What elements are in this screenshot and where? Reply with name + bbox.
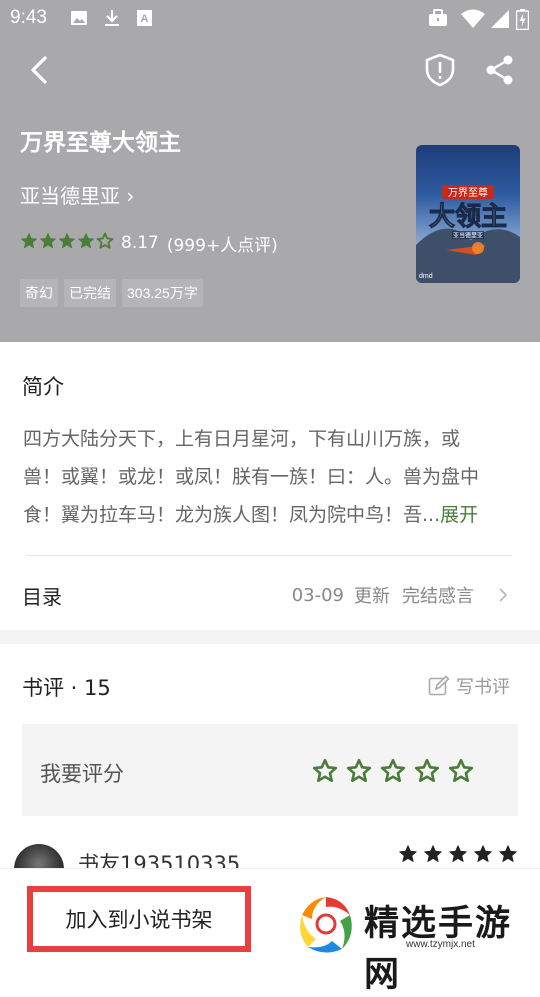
cover-banner: 万界至尊	[448, 186, 488, 199]
intro-heading: 简介	[22, 375, 64, 399]
toc-latest-chapter: 完结感言	[402, 586, 474, 607]
book-header: 9:43 A 万界至尊大领主 亚当德里亚 › 8.17 (999+人点评) 奇幻…	[0, 0, 540, 342]
tag-status: 已完结	[64, 279, 116, 307]
book-title: 万界至尊大领主	[20, 130, 181, 156]
write-review-label: 写书评	[456, 677, 510, 698]
intro-line-last: 食！翼为拉车马！龙为族人图！凤为院中鸟！吾...展开	[23, 496, 513, 534]
rating-stars	[20, 232, 115, 255]
star-outline-icon	[448, 758, 474, 783]
intro-line: 四方大陆分天下，上有日月星河，下有山川万族，或	[23, 428, 461, 450]
author-link[interactable]: 亚当德里亚 ›	[20, 180, 134, 209]
cover-title-art: 大领主	[429, 201, 507, 232]
star-filled-icon	[78, 232, 94, 248]
expand-link[interactable]: 展开	[440, 504, 478, 526]
toc-date: 03-09	[291, 584, 344, 606]
avatar	[14, 844, 64, 868]
image-icon	[71, 11, 87, 25]
status-time: 9:43	[10, 7, 47, 28]
svg-text:A: A	[141, 13, 149, 25]
star-filled-icon	[40, 232, 56, 248]
rate-stars[interactable]	[312, 758, 474, 784]
rating-score: 8.17	[121, 233, 159, 253]
bottom-bar: 加入到小说书架 精选手游网 www.tzymjx.net	[0, 868, 540, 995]
watermark: 精选手游网 www.tzymjx.net	[294, 893, 534, 995]
star-filled-icon	[499, 845, 517, 862]
tag-word-count: 303.25万字	[122, 279, 203, 307]
watermark-url: www.tzymjx.net	[406, 939, 475, 950]
rating-count: (999+人点评)	[166, 235, 278, 256]
star-filled-icon	[399, 845, 417, 862]
report-shield-icon[interactable]	[424, 53, 456, 87]
tag-genre: 奇幻	[20, 279, 58, 307]
status-bar: 9:43 A	[0, 0, 540, 38]
toc-latest[interactable]: 03-09 更新 完结感言	[292, 582, 510, 608]
back-arrow-icon[interactable]	[26, 55, 52, 85]
rate-prompt: 我要评分	[40, 762, 124, 786]
star-filled-icon	[21, 232, 37, 248]
star-outline-icon	[414, 758, 440, 783]
rating-row: 8.17 (999+人点评)	[20, 232, 278, 256]
font-icon: A	[137, 10, 152, 26]
section-gap	[0, 630, 540, 644]
reviewer-name: 书友193510335	[78, 852, 241, 868]
chevron-right-icon: ›	[126, 184, 135, 208]
star-outline-icon	[346, 758, 372, 783]
watermark-logo-icon	[300, 897, 352, 953]
tag-list: 奇幻 已完结 303.25万字	[20, 279, 203, 307]
section-divider	[26, 555, 512, 556]
edit-icon	[428, 675, 450, 696]
briefcase-icon	[429, 9, 447, 26]
intro-line-text: 食！翼为拉车马！龙为族人图！凤为院中鸟！吾...	[23, 504, 441, 526]
cover-art: 万界至尊 大领主 亚当德里亚 dmd	[416, 185, 520, 283]
star-filled-icon	[424, 845, 442, 862]
review-item[interactable]: 书友193510335	[0, 828, 540, 868]
add-to-shelf-button[interactable]: 加入到小说书架	[27, 886, 251, 952]
star-filled-icon	[59, 232, 75, 248]
star-half-icon	[96, 232, 114, 249]
book-cover[interactable]: 万界至尊 大领主 亚当德里亚 dmd	[416, 145, 520, 283]
cover-author: 亚当德里亚	[453, 232, 483, 240]
rate-box: 我要评分	[22, 724, 518, 816]
toc-update-label: 更新	[354, 586, 390, 607]
toc-label[interactable]: 目录	[22, 581, 62, 610]
download-icon	[105, 10, 119, 26]
author-name: 亚当德里亚	[20, 184, 120, 208]
intro-line: 兽！或翼！或龙！或凤！朕有一族！曰：人。兽为盘中	[23, 466, 480, 488]
write-review-button[interactable]: 写书评	[428, 673, 510, 699]
reviews-heading: 书评 · 15	[22, 676, 111, 700]
reviewer-stars	[398, 844, 518, 864]
share-icon[interactable]	[484, 54, 516, 86]
star-filled-icon	[474, 845, 492, 862]
battery-charging-icon	[516, 9, 529, 30]
cover-publisher-logo: dmd	[419, 273, 433, 280]
star-filled-icon	[449, 845, 467, 862]
wifi-icon	[461, 9, 485, 28]
star-outline-icon	[312, 758, 338, 783]
star-outline-icon	[380, 758, 406, 783]
signal-icon	[491, 10, 509, 28]
chevron-right-icon	[499, 588, 508, 602]
intro-text: 四方大陆分天下，上有日月星河，下有山川万族，或 兽！或翼！或龙！或凤！朕有一族！…	[23, 420, 513, 534]
